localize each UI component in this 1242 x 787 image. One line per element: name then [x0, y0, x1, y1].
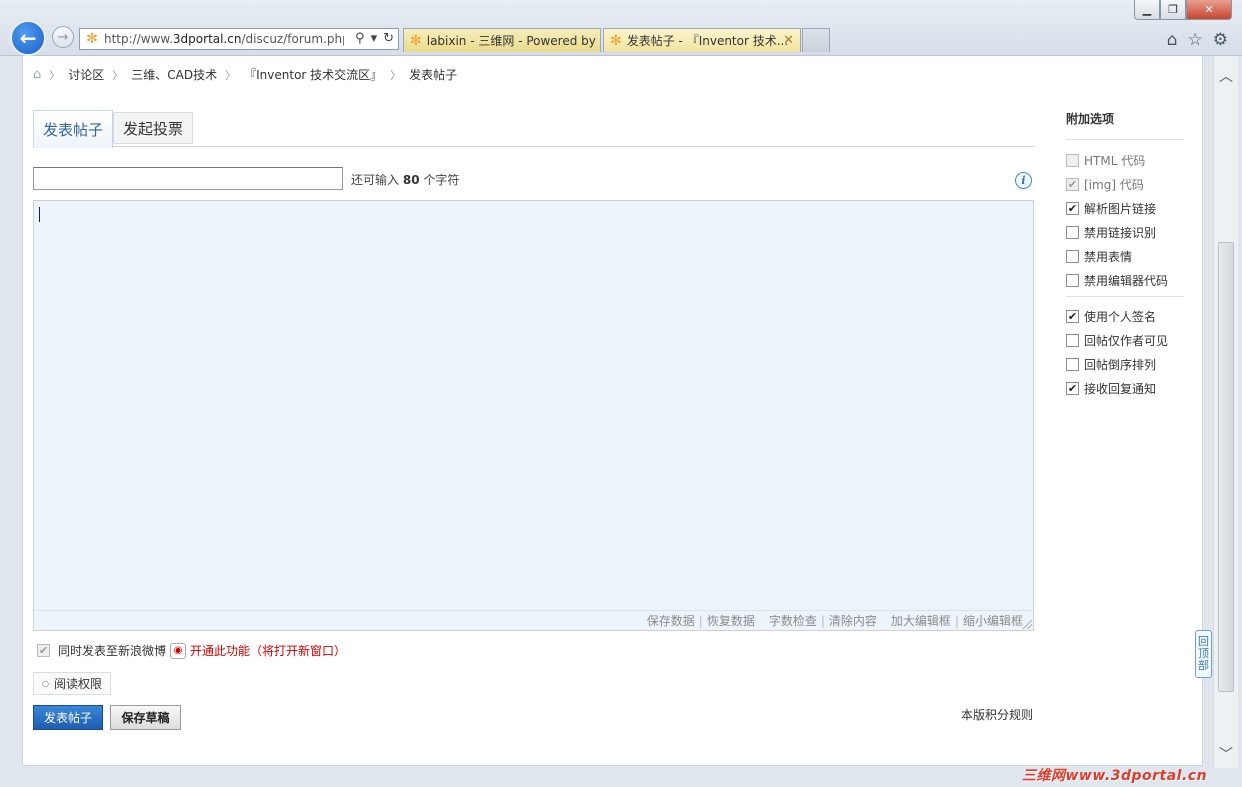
star-icon[interactable]: ☆ — [1188, 30, 1203, 50]
refresh-icon[interactable]: ↻ — [383, 31, 394, 46]
back-arrow-icon[interactable]: ← — [10, 20, 46, 56]
chevron-right-icon: 〉 — [225, 68, 237, 82]
weibo-enable-link[interactable]: 开通此功能（将打开新窗口） — [190, 642, 346, 659]
breadcrumb-forum[interactable]: 讨论区 — [68, 66, 104, 83]
submit-post-button[interactable]: 发表帖子 — [33, 705, 103, 730]
checkbox[interactable]: ✔ — [1066, 201, 1079, 215]
scrollbar-thumb[interactable] — [1218, 242, 1234, 692]
message-editor[interactable]: 保存数据 | 恢复数据 字数检查 | 清除内容 加大编辑框 | 缩小编辑框 — [33, 200, 1034, 631]
scroll-up-icon[interactable]: ︿ — [1219, 66, 1233, 86]
weibo-checkbox[interactable]: ✔ — [37, 644, 50, 657]
editor-status-bar: 保存数据 | 恢复数据 字数检查 | 清除内容 加大编辑框 | 缩小编辑框 — [34, 610, 1033, 630]
resize-grip-icon[interactable] — [1023, 620, 1032, 629]
page-content: ⌂ 〉 讨论区 〉 三维、CAD技术 〉 『Inventor 技术交流区』 〉 … — [22, 56, 1203, 766]
tab-favicon-icon: ✻ — [610, 32, 622, 49]
save-draft-button[interactable]: 保存草稿 — [110, 705, 181, 730]
new-tab-button[interactable] — [802, 28, 830, 52]
checkbox[interactable]: ✔ — [1066, 177, 1079, 191]
extra-options-title: 附加选项 — [1066, 110, 1184, 140]
credit-rules-link[interactable]: 本版积分规则 — [961, 706, 1033, 723]
close-tab-icon[interactable]: ✕ — [783, 33, 794, 48]
shrink-editor-link[interactable]: 缩小编辑框 — [963, 612, 1023, 629]
info-icon[interactable]: i — [1015, 172, 1032, 189]
checkbox[interactable] — [1066, 225, 1079, 239]
save-data-link[interactable]: 保存数据 — [647, 612, 695, 629]
enlarge-editor-link[interactable]: 加大编辑框 — [891, 612, 951, 629]
address-url[interactable]: http://www.3dportal.cn/discuz/forum.php?… — [104, 32, 344, 46]
breadcrumb-board[interactable]: 『Inventor 技术交流区』 — [244, 66, 382, 83]
chevron-right-icon: 〉 — [49, 68, 61, 82]
tab-label: 发表帖子 - 『Inventor 技术... — [626, 34, 789, 48]
scroll-down-icon[interactable]: ﹀ — [1219, 744, 1233, 764]
checkbox[interactable]: ✔ — [1066, 381, 1079, 395]
bullet-icon: ○ — [42, 679, 49, 688]
breadcrumb-current: 发表帖子 — [409, 68, 458, 82]
read-permission-button[interactable]: ○ 阅读权限 — [33, 672, 111, 695]
option-reverse-order[interactable]: 回帖倒序排列 — [1066, 352, 1184, 376]
checkbox[interactable] — [1066, 273, 1079, 287]
checkbox[interactable] — [1066, 249, 1079, 263]
chevron-right-icon: 〉 — [390, 68, 402, 82]
close-window-button[interactable]: ✕ — [1186, 0, 1232, 20]
home-icon[interactable]: ⌂ — [1167, 30, 1178, 50]
chevron-right-icon: 〉 — [112, 68, 124, 82]
weibo-label: 同时发表至新浪微博 — [58, 644, 167, 658]
option-disable-smilies[interactable]: 禁用表情 — [1066, 244, 1184, 268]
tab-favicon-icon: ✻ — [410, 32, 422, 49]
post-type-tabs: 发表帖子 发起投票 — [33, 110, 1034, 148]
read-permission-label: 阅读权限 — [53, 677, 102, 691]
window-controls: ▁ ❐ ✕ — [1134, 0, 1232, 20]
option-author-only-reply[interactable]: 回帖仅作者可见 — [1066, 328, 1184, 352]
home-icon[interactable]: ⌂ — [33, 67, 41, 82]
back-to-top-button[interactable]: 回顶部 — [1195, 630, 1212, 678]
checkbox[interactable]: ✔ — [1066, 309, 1079, 323]
browser-tab-labixin[interactable]: ✻ labixin - 三维网 - Powered by ... — [403, 28, 601, 52]
option-parse-image-links[interactable]: ✔ 解析图片链接 — [1066, 196, 1184, 220]
weibo-share-row: ✔ 同时发表至新浪微博 ◉ 开通此功能（将打开新窗口） — [37, 642, 346, 659]
option-disable-url-detect[interactable]: 禁用链接识别 — [1066, 220, 1184, 244]
address-bar[interactable]: ✻ http://www.3dportal.cn/discuz/forum.ph… — [79, 28, 399, 50]
breadcrumb-category[interactable]: 三维、CAD技术 — [131, 66, 217, 83]
char-count: 还可输入 80 个字符 — [351, 173, 460, 187]
option-disable-editor-code[interactable]: 禁用编辑器代码 — [1066, 268, 1184, 292]
gear-icon[interactable]: ⚙ — [1213, 30, 1228, 50]
vertical-scrollbar[interactable]: ︿ ﹀ — [1213, 56, 1238, 768]
checkbox[interactable] — [1066, 357, 1079, 371]
subject-input[interactable] — [33, 167, 343, 190]
option-html-code[interactable]: HTML 代码 — [1066, 148, 1184, 172]
site-favicon-icon: ✻ — [86, 31, 98, 47]
tab-new-poll[interactable]: 发起投票 — [113, 112, 194, 144]
text-caret — [39, 207, 40, 222]
option-reply-notify[interactable]: ✔ 接收回复通知 — [1066, 376, 1184, 400]
extra-options-panel: 附加选项 HTML 代码 ✔ [img] 代码 ✔ 解析图片链接 禁用链接识别 禁用… — [1066, 110, 1184, 400]
maximize-button[interactable]: ❐ — [1160, 0, 1186, 20]
restore-data-link[interactable]: 恢复数据 — [707, 612, 755, 629]
option-use-signature[interactable]: ✔ 使用个人签名 — [1066, 304, 1184, 328]
browser-chrome: ▁ ❐ ✕ ← → ✻ http://www.3dportal.cn/discu… — [0, 0, 1242, 56]
dropdown-icon[interactable]: ▾ — [371, 31, 378, 46]
forward-arrow-icon[interactable]: → — [52, 26, 74, 48]
clear-content-link[interactable]: 清除内容 — [829, 612, 877, 629]
options-group-format: HTML 代码 ✔ [img] 代码 ✔ 解析图片链接 禁用链接识别 禁用表情 禁用… — [1066, 148, 1184, 297]
site-watermark: 三维网www.3dportal.cn — [1022, 768, 1208, 784]
breadcrumb: ⌂ 〉 讨论区 〉 三维、CAD技术 〉 『Inventor 技术交流区』 〉 … — [33, 66, 457, 83]
search-icon[interactable]: ⚲ — [355, 31, 365, 46]
checkbox[interactable] — [1066, 333, 1079, 347]
option-img-code[interactable]: ✔ [img] 代码 — [1066, 172, 1184, 196]
tab-label: labixin - 三维网 - Powered by ... — [426, 34, 601, 48]
options-group-reply: ✔ 使用个人签名 回帖仅作者可见 回帖倒序排列 ✔ 接收回复通知 — [1066, 304, 1184, 400]
word-count-link[interactable]: 字数检查 — [769, 612, 817, 629]
weibo-icon: ◉ — [170, 642, 187, 659]
minimize-button[interactable]: ▁ — [1134, 0, 1160, 20]
tab-new-post[interactable]: 发表帖子 — [33, 110, 114, 148]
browser-tab-post[interactable]: ✻ 发表帖子 - 『Inventor 技术... ✕ — [603, 28, 801, 52]
checkbox[interactable] — [1066, 153, 1079, 167]
